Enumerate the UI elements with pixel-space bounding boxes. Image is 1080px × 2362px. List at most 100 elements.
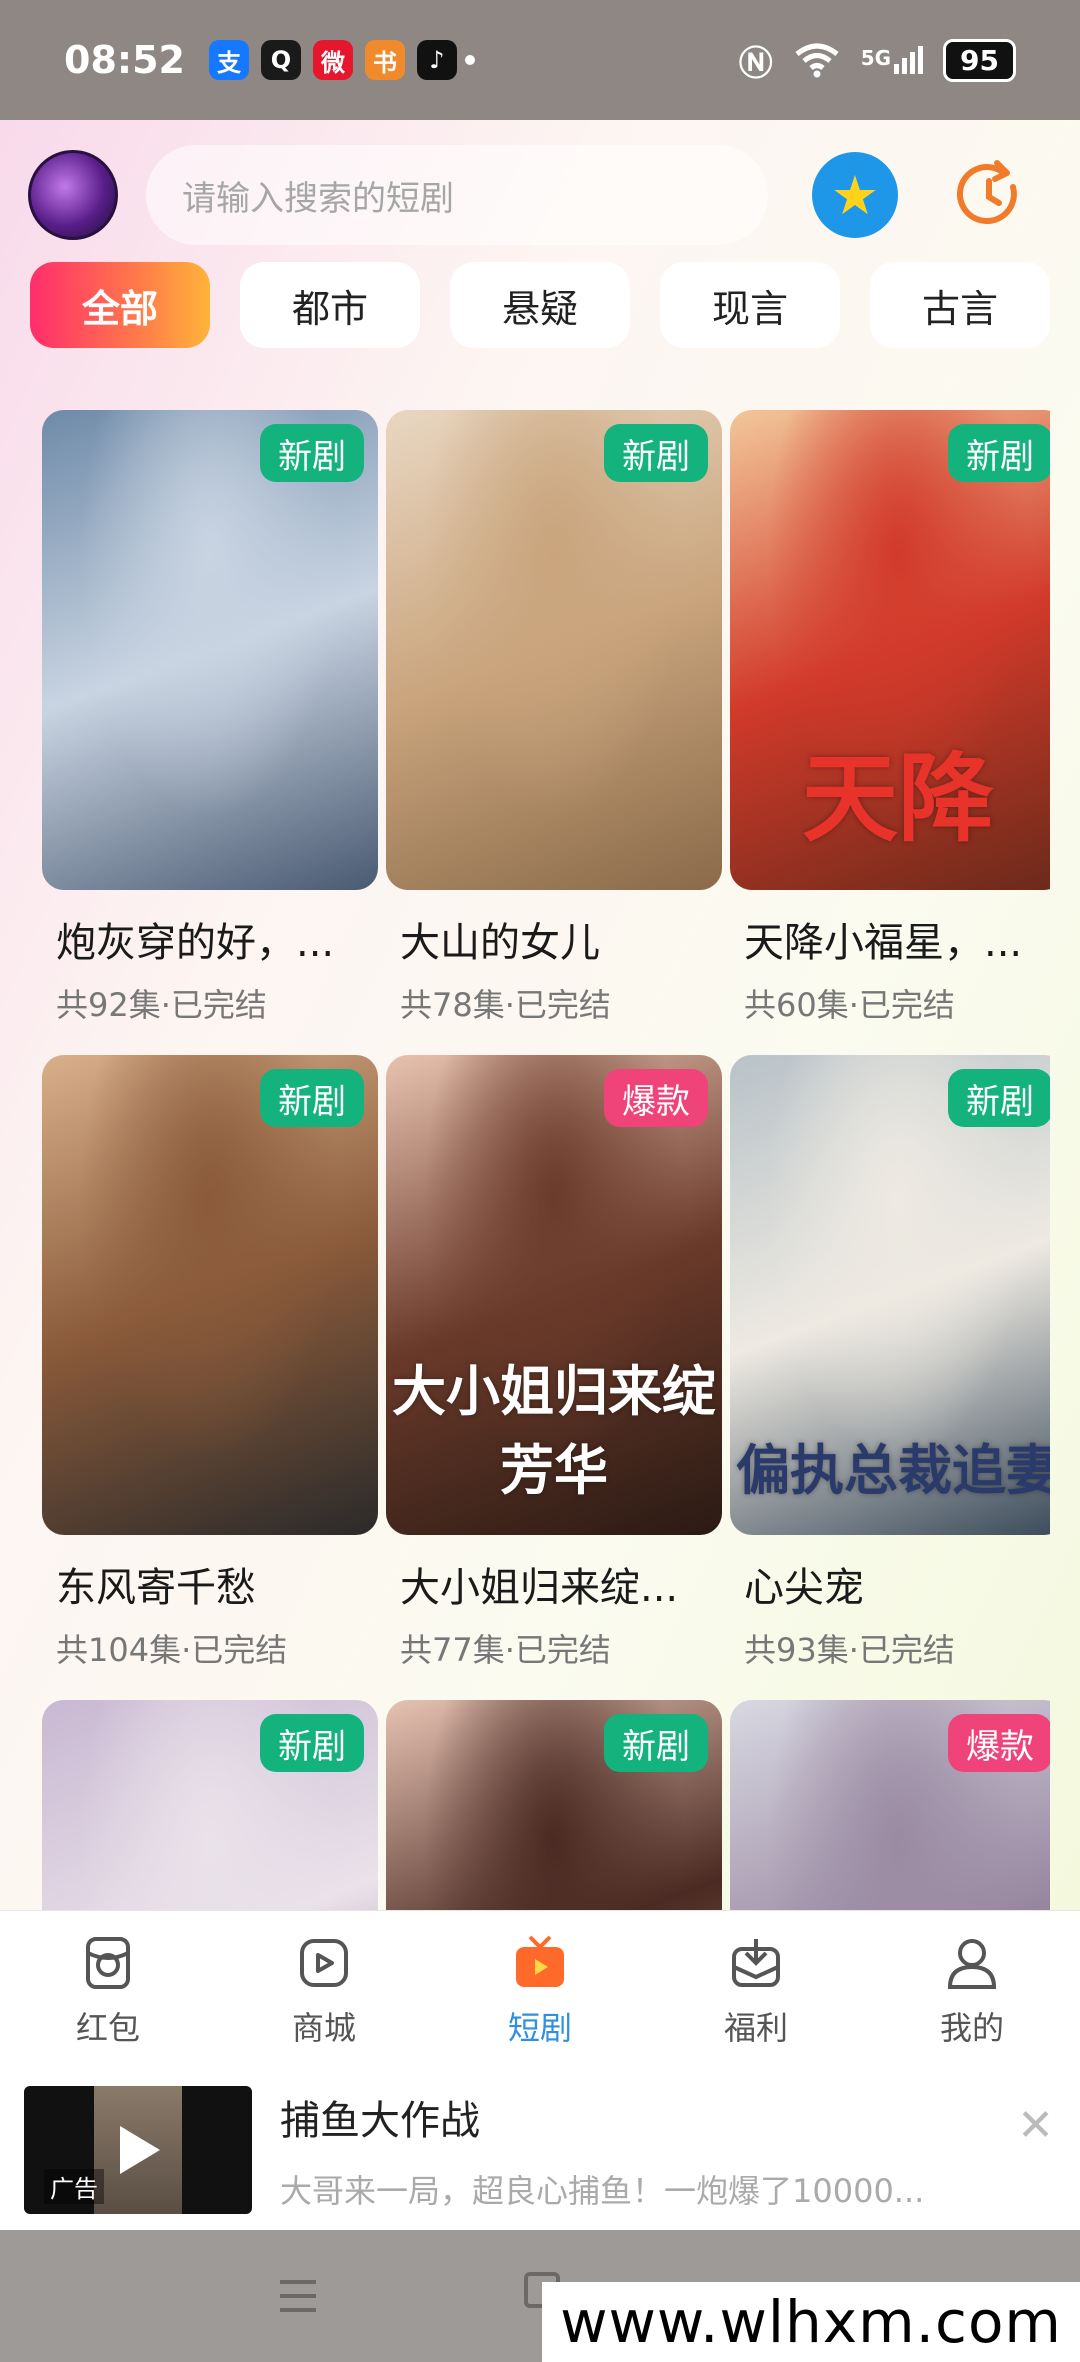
- drama-card[interactable]: 新剧: [42, 1700, 378, 1910]
- short-drama-icon: [516, 1935, 564, 1987]
- alipay-icon: 支: [208, 40, 249, 80]
- nav-welfare[interactable]: 福利: [676, 1933, 836, 2049]
- drama-card[interactable]: 新剧东风寄千愁共104集·已完结: [42, 1055, 378, 1671]
- poster-title-art: 天降: [802, 742, 994, 855]
- mall-icon: [300, 1938, 348, 1987]
- drama-badge: 爆款: [604, 1069, 708, 1127]
- drama-poster[interactable]: 爆款: [730, 1700, 1050, 1910]
- drama-poster[interactable]: 天降 新剧: [730, 410, 1050, 890]
- nav-profile[interactable]: 我的: [892, 1933, 1052, 2049]
- history-button[interactable]: [946, 152, 1032, 238]
- nav-label: 福利: [723, 2008, 788, 2047]
- ad-tag: 广告: [44, 2169, 104, 2204]
- drama-poster[interactable]: 新剧: [42, 1055, 378, 1535]
- drama-poster[interactable]: 大小姐归来绽芳华 爆款: [386, 1055, 722, 1535]
- notification-icons: 支 Q 微书 ♪: [208, 40, 457, 80]
- drama-episode-info: 共93集·已完结: [744, 1631, 955, 1669]
- red-packet-icon: [86, 1936, 130, 1989]
- search-placeholder: 请输入搜索的短剧: [182, 178, 454, 219]
- drama-badge: 新剧: [948, 1069, 1050, 1127]
- status-time: 08:52: [64, 38, 185, 82]
- nav-label: 我的: [939, 2008, 1004, 2047]
- ad-text: 捕鱼大作战 大哥来一局，超良心捕鱼！一炮爆了10000...: [280, 2088, 1000, 2212]
- drama-card[interactable]: 偏执总裁追妻 新剧心尖宠共93集·已完结: [730, 1055, 1050, 1671]
- category-tabs: 全部 都市 悬疑 现言 古言: [30, 262, 1050, 348]
- system-status: Ⓝ 5G 95: [739, 36, 1016, 85]
- poster-title-art: 偏执总裁追妻: [736, 1438, 1050, 1502]
- battery-indicator: 95: [943, 38, 1016, 82]
- drama-episode-info: 共92集·已完结: [56, 986, 267, 1024]
- drama-badge: 新剧: [260, 1069, 364, 1127]
- nav-red-packet[interactable]: 红包: [28, 1933, 188, 2049]
- nav-short-drama[interactable]: 短剧: [460, 1933, 620, 2049]
- poster-image: [42, 410, 378, 890]
- search-input[interactable]: 请输入搜索的短剧: [146, 145, 768, 245]
- ad-description: 大哥来一局，超良心捕鱼！一炮爆了10000...: [280, 2172, 925, 2210]
- ad-title: 捕鱼大作战: [280, 2098, 480, 2144]
- drama-grid: 新剧 炮灰穿的好，... 共92集·已完结 新剧 大山的女儿 共78集·已完结 天降 新剧 天降…: [42, 410, 1050, 1910]
- poster-image: [42, 1055, 378, 1535]
- tab-2[interactable]: 悬疑: [450, 262, 630, 348]
- drama-badge: 新剧: [260, 424, 364, 482]
- drama-card[interactable]: 大小姐归来绽芳华 爆款大小姐归来绽... 共77集·已完结: [386, 1055, 722, 1671]
- ad-video-thumbnail[interactable]: 广告: [24, 2086, 252, 2214]
- drama-episode-info: 共104集·已完结: [56, 1631, 288, 1669]
- recent-apps-button[interactable]: [280, 2280, 316, 2322]
- drama-title: 东风寄千愁: [56, 1565, 256, 1611]
- drama-episode-info: 共77集·已完结: [400, 1631, 611, 1669]
- book-icon: 书: [364, 40, 405, 80]
- drama-card[interactable]: 新剧大山的女儿共78集·已完结: [386, 410, 722, 1026]
- drama-poster[interactable]: 新剧: [42, 1700, 378, 1910]
- drama-title: 心尖宠: [744, 1565, 864, 1611]
- drama-badge: 新剧: [604, 1714, 708, 1772]
- watermark: www.wlhxm.com: [542, 2282, 1080, 2362]
- qq-icon: Q: [260, 40, 301, 80]
- drama-title: 大小姐归来绽...: [400, 1565, 679, 1611]
- drama-badge: 新剧: [948, 424, 1050, 482]
- favorites-button[interactable]: ★: [812, 152, 898, 238]
- drama-poster[interactable]: 偏执总裁追妻 新剧: [730, 1055, 1050, 1535]
- close-icon[interactable]: ✕: [1017, 2100, 1054, 2151]
- tiktok-icon: ♪: [416, 40, 457, 80]
- star-icon: ★: [830, 163, 880, 227]
- tab-3[interactable]: 现言: [660, 262, 840, 348]
- welfare-icon: [732, 1938, 780, 1987]
- drama-poster[interactable]: 新剧: [386, 1700, 722, 1910]
- signal-icon: 5G: [860, 46, 924, 74]
- drama-poster[interactable]: 新剧: [386, 410, 722, 890]
- drama-card[interactable]: 新剧炮灰穿的好，... 共92集·已完结: [42, 410, 378, 1026]
- drama-episode-info: 共60集·已完结: [744, 986, 955, 1024]
- poster-image: [386, 410, 722, 890]
- nfc-icon: Ⓝ: [738, 43, 773, 84]
- drama-badge: 新剧: [604, 424, 708, 482]
- drama-title: 炮灰穿的好，...: [56, 920, 335, 966]
- ad-banner[interactable]: 广告 捕鱼大作战 大哥来一局，超良心捕鱼！一炮爆了10000... ✕: [0, 2070, 1080, 2230]
- drama-card[interactable]: 爆款: [730, 1700, 1050, 1910]
- drama-card[interactable]: 天降 新剧 天降小福星，... 共60集·已完结: [730, 410, 1050, 1026]
- poster-title-art: 大小姐归来绽芳华: [392, 1359, 716, 1502]
- user-avatar[interactable]: [28, 150, 118, 240]
- nav-label: 红包: [75, 2008, 140, 2047]
- status-bar: 08:52 支 Q 微书 ♪ Ⓝ 5G 95: [0, 0, 1080, 120]
- nav-mall[interactable]: 商城: [244, 1933, 404, 2049]
- drama-badge: 新剧: [260, 1714, 364, 1772]
- profile-icon: [947, 1938, 997, 1989]
- header: 请输入搜索的短剧 ★: [0, 120, 1080, 270]
- drama-poster[interactable]: 新剧: [42, 410, 378, 890]
- nav-label: 商城: [291, 2008, 356, 2047]
- drama-title: 大山的女儿: [400, 920, 600, 966]
- more-notifications-dot: [464, 55, 475, 65]
- nav-label: 短剧: [507, 2008, 572, 2047]
- drama-card[interactable]: 新剧: [386, 1700, 722, 1910]
- tab-4[interactable]: 古言: [870, 262, 1050, 348]
- tab-1[interactable]: 都市: [240, 262, 420, 348]
- drama-episode-info: 共78集·已完结: [400, 986, 611, 1024]
- network-type: 5G: [860, 46, 892, 70]
- bottom-navigation: 红包 商城 短剧 福利 我的: [0, 1910, 1080, 2070]
- weibo-icon: 微: [312, 40, 353, 80]
- play-icon: [120, 2126, 160, 2174]
- wifi-icon: [795, 43, 839, 78]
- tab-0[interactable]: 全部: [30, 262, 210, 348]
- drama-badge: 爆款: [948, 1714, 1050, 1772]
- history-clock-icon: [956, 160, 1017, 225]
